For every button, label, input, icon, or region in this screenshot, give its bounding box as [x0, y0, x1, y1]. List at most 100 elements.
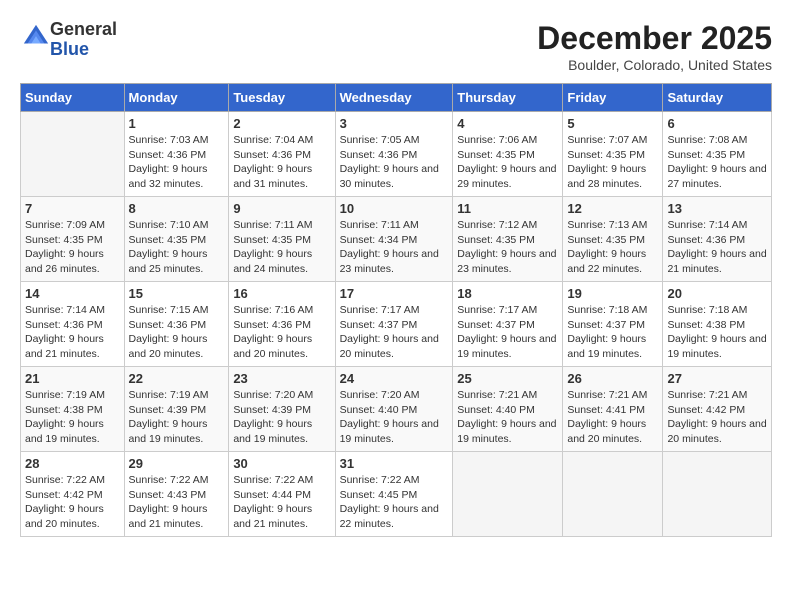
day-number: 10: [340, 201, 449, 216]
day-info: Sunrise: 7:06 AMSunset: 4:35 PMDaylight:…: [457, 133, 558, 192]
day-info: Sunrise: 7:16 AMSunset: 4:36 PMDaylight:…: [233, 303, 330, 362]
day-info: Sunrise: 7:10 AMSunset: 4:35 PMDaylight:…: [129, 218, 225, 277]
title-area: December 2025 Boulder, Colorado, United …: [537, 20, 772, 73]
weekday-header-cell: Saturday: [663, 84, 772, 112]
calendar-day-cell: [21, 112, 125, 197]
day-info: Sunrise: 7:07 AMSunset: 4:35 PMDaylight:…: [567, 133, 658, 192]
day-number: 21: [25, 371, 120, 386]
calendar-week-row: 1 Sunrise: 7:03 AMSunset: 4:36 PMDaylight…: [21, 112, 772, 197]
day-info: Sunrise: 7:03 AMSunset: 4:36 PMDaylight:…: [129, 133, 225, 192]
calendar-day-cell: 16Sunrise: 7:16 AMSunset: 4:36 PMDayligh…: [229, 282, 335, 367]
day-number: 29: [129, 456, 225, 471]
calendar-week-row: 7 Sunrise: 7:09 AMSunset: 4:35 PMDaylight…: [21, 197, 772, 282]
header: General Blue December 2025 Boulder, Colo…: [20, 20, 772, 73]
calendar-day-cell: 7 Sunrise: 7:09 AMSunset: 4:35 PMDaylight…: [21, 197, 125, 282]
calendar-day-cell: [663, 452, 772, 537]
logo: General Blue: [20, 20, 117, 60]
calendar-day-cell: 18 Sunrise: 7:17 AMSunset: 4:37 PMDayligh…: [453, 282, 563, 367]
day-info: Sunrise: 7:22 AMSunset: 4:45 PMDaylight:…: [340, 473, 449, 532]
day-info: Sunrise: 7:20 AMSunset: 4:40 PMDaylight:…: [340, 388, 449, 447]
day-info: Sunrise: 7:11 AMSunset: 4:35 PMDaylight:…: [233, 218, 330, 277]
calendar-day-cell: 8 Sunrise: 7:10 AMSunset: 4:35 PMDaylight…: [124, 197, 229, 282]
weekday-header-row: SundayMondayTuesdayWednesdayThursdayFrid…: [21, 84, 772, 112]
day-info: Sunrise: 7:15 AMSunset: 4:36 PMDaylight:…: [129, 303, 225, 362]
calendar-week-row: 14 Sunrise: 7:14 AMSunset: 4:36 PMDayligh…: [21, 282, 772, 367]
day-number: 1: [129, 116, 225, 131]
weekday-header-cell: Sunday: [21, 84, 125, 112]
day-number: 27: [667, 371, 767, 386]
day-info: Sunrise: 7:19 AMSunset: 4:39 PMDaylight:…: [129, 388, 225, 447]
day-number: 31: [340, 456, 449, 471]
day-info: Sunrise: 7:05 AMSunset: 4:36 PMDaylight:…: [340, 133, 449, 192]
day-info: Sunrise: 7:09 AMSunset: 4:35 PMDaylight:…: [25, 218, 120, 277]
calendar-day-cell: 11 Sunrise: 7:12 AMSunset: 4:35 PMDayligh…: [453, 197, 563, 282]
day-info: Sunrise: 7:18 AMSunset: 4:38 PMDaylight:…: [667, 303, 767, 362]
calendar-day-cell: 14 Sunrise: 7:14 AMSunset: 4:36 PMDayligh…: [21, 282, 125, 367]
calendar-day-cell: 21 Sunrise: 7:19 AMSunset: 4:38 PMDayligh…: [21, 367, 125, 452]
calendar-day-cell: 23 Sunrise: 7:20 AMSunset: 4:39 PMDayligh…: [229, 367, 335, 452]
calendar-day-cell: 24 Sunrise: 7:20 AMSunset: 4:40 PMDayligh…: [335, 367, 453, 452]
calendar-day-cell: 12 Sunrise: 7:13 AMSunset: 4:35 PMDayligh…: [563, 197, 663, 282]
day-info: Sunrise: 7:14 AMSunset: 4:36 PMDaylight:…: [25, 303, 120, 362]
day-info: Sunrise: 7:19 AMSunset: 4:38 PMDaylight:…: [25, 388, 120, 447]
calendar-day-cell: 28 Sunrise: 7:22 AMSunset: 4:42 PMDayligh…: [21, 452, 125, 537]
day-number: 20: [667, 286, 767, 301]
day-number: 19: [567, 286, 658, 301]
day-number: 14: [25, 286, 120, 301]
calendar-week-row: 21 Sunrise: 7:19 AMSunset: 4:38 PMDayligh…: [21, 367, 772, 452]
day-number: 26: [567, 371, 658, 386]
day-info: Sunrise: 7:22 AMSunset: 4:42 PMDaylight:…: [25, 473, 120, 532]
day-number: 17: [340, 286, 449, 301]
logo-text: General Blue: [50, 20, 117, 60]
day-info: Sunrise: 7:17 AMSunset: 4:37 PMDaylight:…: [457, 303, 558, 362]
day-info: Sunrise: 7:12 AMSunset: 4:35 PMDaylight:…: [457, 218, 558, 277]
day-info: Sunrise: 7:11 AMSunset: 4:34 PMDaylight:…: [340, 218, 449, 277]
day-number: 2: [233, 116, 330, 131]
calendar-week-row: 28 Sunrise: 7:22 AMSunset: 4:42 PMDayligh…: [21, 452, 772, 537]
calendar-body: 1 Sunrise: 7:03 AMSunset: 4:36 PMDaylight…: [21, 112, 772, 537]
calendar-day-cell: 1 Sunrise: 7:03 AMSunset: 4:36 PMDaylight…: [124, 112, 229, 197]
day-info: Sunrise: 7:13 AMSunset: 4:35 PMDaylight:…: [567, 218, 658, 277]
day-info: Sunrise: 7:22 AMSunset: 4:44 PMDaylight:…: [233, 473, 330, 532]
calendar-day-cell: 20 Sunrise: 7:18 AMSunset: 4:38 PMDayligh…: [663, 282, 772, 367]
calendar-day-cell: 17Sunrise: 7:17 AMSunset: 4:37 PMDayligh…: [335, 282, 453, 367]
calendar-day-cell: 10 Sunrise: 7:11 AMSunset: 4:34 PMDayligh…: [335, 197, 453, 282]
day-number: 25: [457, 371, 558, 386]
day-number: 9: [233, 201, 330, 216]
day-number: 15: [129, 286, 225, 301]
calendar-day-cell: 13Sunrise: 7:14 AMSunset: 4:36 PMDayligh…: [663, 197, 772, 282]
weekday-header-cell: Friday: [563, 84, 663, 112]
day-number: 12: [567, 201, 658, 216]
calendar-day-cell: [563, 452, 663, 537]
day-number: 3: [340, 116, 449, 131]
day-info: Sunrise: 7:22 AMSunset: 4:43 PMDaylight:…: [129, 473, 225, 532]
day-number: 7: [25, 201, 120, 216]
calendar-day-cell: 4 Sunrise: 7:06 AMSunset: 4:35 PMDaylight…: [453, 112, 563, 197]
day-info: Sunrise: 7:20 AMSunset: 4:39 PMDaylight:…: [233, 388, 330, 447]
calendar-day-cell: 30Sunrise: 7:22 AMSunset: 4:44 PMDayligh…: [229, 452, 335, 537]
calendar-day-cell: 27Sunrise: 7:21 AMSunset: 4:42 PMDayligh…: [663, 367, 772, 452]
weekday-header-cell: Wednesday: [335, 84, 453, 112]
day-number: 11: [457, 201, 558, 216]
calendar-day-cell: 9 Sunrise: 7:11 AMSunset: 4:35 PMDaylight…: [229, 197, 335, 282]
calendar-day-cell: 3 Sunrise: 7:05 AMSunset: 4:36 PMDaylight…: [335, 112, 453, 197]
calendar-day-cell: 31 Sunrise: 7:22 AMSunset: 4:45 PMDayligh…: [335, 452, 453, 537]
day-info: Sunrise: 7:08 AMSunset: 4:35 PMDaylight:…: [667, 133, 767, 192]
calendar-day-cell: [453, 452, 563, 537]
calendar-day-cell: 19 Sunrise: 7:18 AMSunset: 4:37 PMDayligh…: [563, 282, 663, 367]
calendar-day-cell: 22Sunrise: 7:19 AMSunset: 4:39 PMDayligh…: [124, 367, 229, 452]
calendar-day-cell: 25Sunrise: 7:21 AMSunset: 4:40 PMDayligh…: [453, 367, 563, 452]
day-number: 23: [233, 371, 330, 386]
weekday-header-cell: Thursday: [453, 84, 563, 112]
calendar-day-cell: 15 Sunrise: 7:15 AMSunset: 4:36 PMDayligh…: [124, 282, 229, 367]
day-info: Sunrise: 7:04 AMSunset: 4:36 PMDaylight:…: [233, 133, 330, 192]
day-number: 24: [340, 371, 449, 386]
day-number: 4: [457, 116, 558, 131]
day-number: 8: [129, 201, 225, 216]
day-info: Sunrise: 7:18 AMSunset: 4:37 PMDaylight:…: [567, 303, 658, 362]
day-number: 18: [457, 286, 558, 301]
day-info: Sunrise: 7:21 AMSunset: 4:41 PMDaylight:…: [567, 388, 658, 447]
day-info: Sunrise: 7:14 AMSunset: 4:36 PMDaylight:…: [667, 218, 767, 277]
day-number: 6: [667, 116, 767, 131]
day-number: 28: [25, 456, 120, 471]
